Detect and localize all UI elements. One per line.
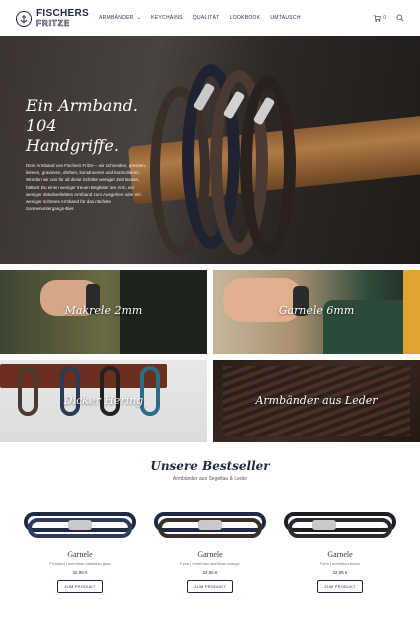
product-name[interactable]: Garnele — [280, 550, 400, 559]
search-icon[interactable] — [396, 14, 404, 22]
product-image[interactable] — [20, 500, 140, 548]
product-description: Fynn | meerblau braun — [319, 561, 361, 566]
hero-body: Dein Armband von Fischers Fritze – wir s… — [26, 163, 147, 212]
cart-button[interactable]: 0 — [373, 14, 386, 22]
product-description: Fynn | meerblau stahlblau orange — [180, 561, 240, 566]
hero-title: Ein Armband. 104 Handgriffe. — [26, 96, 151, 156]
product-price: 32,95 € — [332, 570, 348, 575]
anchor-icon — [16, 10, 32, 27]
product-price: 32,95 € — [202, 570, 218, 575]
cart-count: 0 — [383, 15, 386, 21]
nav-item-lookbook[interactable]: LOOKBOOK — [230, 15, 261, 21]
chevron-down-icon: ⌄ — [136, 15, 142, 21]
product-description: Finnland | meerblau stahlblau grau — [49, 561, 111, 566]
product-card: Garnele Finnland | meerblau stahlblau gr… — [20, 500, 140, 593]
product-price: 32,95 € — [72, 570, 88, 575]
hero-banner: Ein Armband. 104 Handgriffe. Dein Armban… — [0, 36, 420, 264]
brand-logo[interactable]: FISCHERS FRITZE — [16, 9, 89, 28]
product-card: Garnele Fynn | meerblau braun 32,95 € ZU… — [280, 500, 400, 593]
hero-title-line1: Ein Armband. — [26, 96, 138, 115]
category-tile-garnele[interactable]: Garnele 6mm — [213, 270, 420, 354]
product-button[interactable]: ZUM PRODUKT — [187, 580, 233, 593]
site-header: FISCHERS FRITZE ARMBÄNDER ⌄ KEYCHAINS QUA… — [0, 0, 420, 36]
category-tile-dicker-hering[interactable]: Dicker Hering — [0, 360, 207, 442]
cart-icon — [374, 14, 382, 22]
nav-item-umtausch[interactable]: UMTAUSCH — [270, 15, 300, 21]
hero-copy: Ein Armband. 104 Handgriffe. Dein Armban… — [26, 96, 151, 212]
product-name[interactable]: Garnele — [20, 550, 140, 559]
tile-label: Makrele 2mm — [64, 304, 143, 317]
tile-image-keychain — [18, 366, 38, 416]
product-image[interactable] — [150, 500, 270, 548]
tile-label: Armbänder aus Leder — [255, 394, 378, 407]
tile-image-keychain — [100, 366, 120, 416]
tile-image-keychain — [60, 366, 80, 416]
product-button[interactable]: ZUM PRODUKT — [317, 580, 363, 593]
bestseller-title: Unsere Bestseller — [150, 459, 270, 473]
nav-item-armbaender[interactable]: ARMBÄNDER ⌄ — [99, 15, 141, 21]
bestseller-subtitle: Armbänder aus Segeltau & Leder — [172, 476, 248, 482]
brand-name-line1: FISCHERS — [36, 8, 89, 19]
nav-item-qualitaet[interactable]: QUALITÄT — [193, 15, 220, 21]
product-image[interactable] — [280, 500, 400, 548]
product-card: Garnele Fynn | meerblau stahlblau orange… — [150, 500, 270, 593]
product-button[interactable]: ZUM PRODUKT — [57, 580, 103, 593]
tile-image-keychain — [140, 366, 160, 416]
hero-title-line2: 104 Handgriffe. — [26, 116, 119, 155]
nav-item-keychains[interactable]: KEYCHAINS — [151, 15, 183, 21]
category-tile-leder[interactable]: Armbänder aus Leder — [213, 360, 420, 442]
tile-label: Garnele 6mm — [278, 304, 355, 317]
product-name[interactable]: Garnele — [150, 550, 270, 559]
tile-label: Dicker Hering — [63, 394, 144, 407]
main-nav: ARMBÄNDER ⌄ KEYCHAINS QUALITÄT LOOKBOOK U… — [99, 15, 301, 21]
category-tile-makrele[interactable]: Makrele 2mm — [0, 270, 207, 354]
brand-name-line2: FRITZE — [36, 19, 70, 28]
